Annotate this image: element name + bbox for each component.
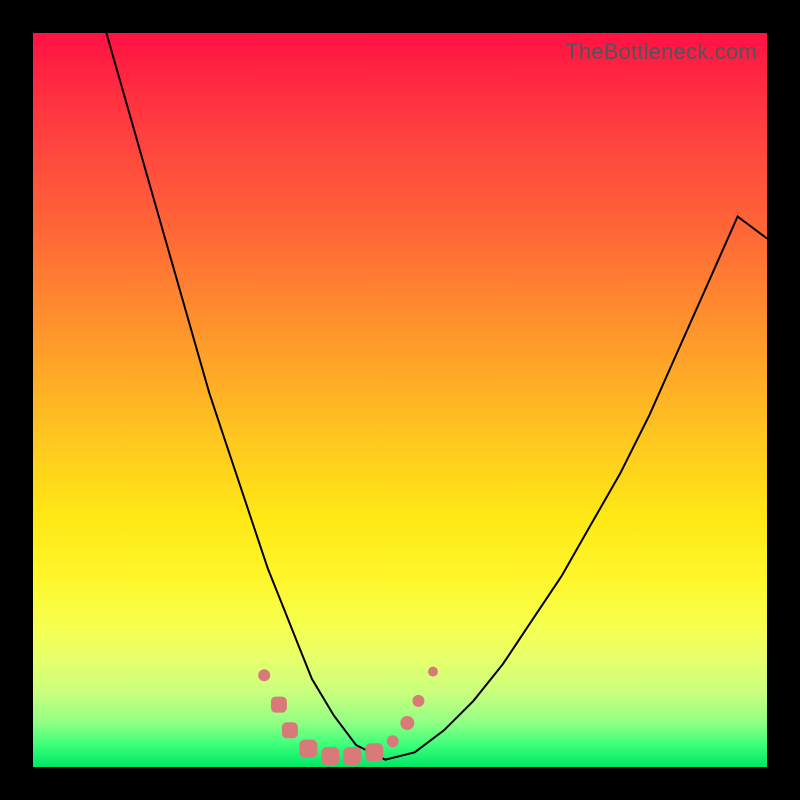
curve-layer (33, 33, 767, 767)
marker-dot (412, 695, 424, 707)
marker-dot (387, 735, 399, 747)
marker-square (321, 747, 339, 765)
bottleneck-curve (106, 33, 767, 760)
marker-dot (400, 716, 414, 730)
chart-frame: TheBottleneck.com (0, 0, 800, 800)
marker-dot (258, 669, 270, 681)
marker-square (299, 740, 317, 758)
watermark-text: TheBottleneck.com (565, 39, 757, 65)
marker-dot (428, 667, 438, 677)
marker-square (343, 747, 361, 765)
marker-square (271, 697, 287, 713)
marker-layer (258, 667, 438, 765)
marker-square (365, 743, 383, 761)
plot-area: TheBottleneck.com (33, 33, 767, 767)
marker-square (282, 722, 298, 738)
